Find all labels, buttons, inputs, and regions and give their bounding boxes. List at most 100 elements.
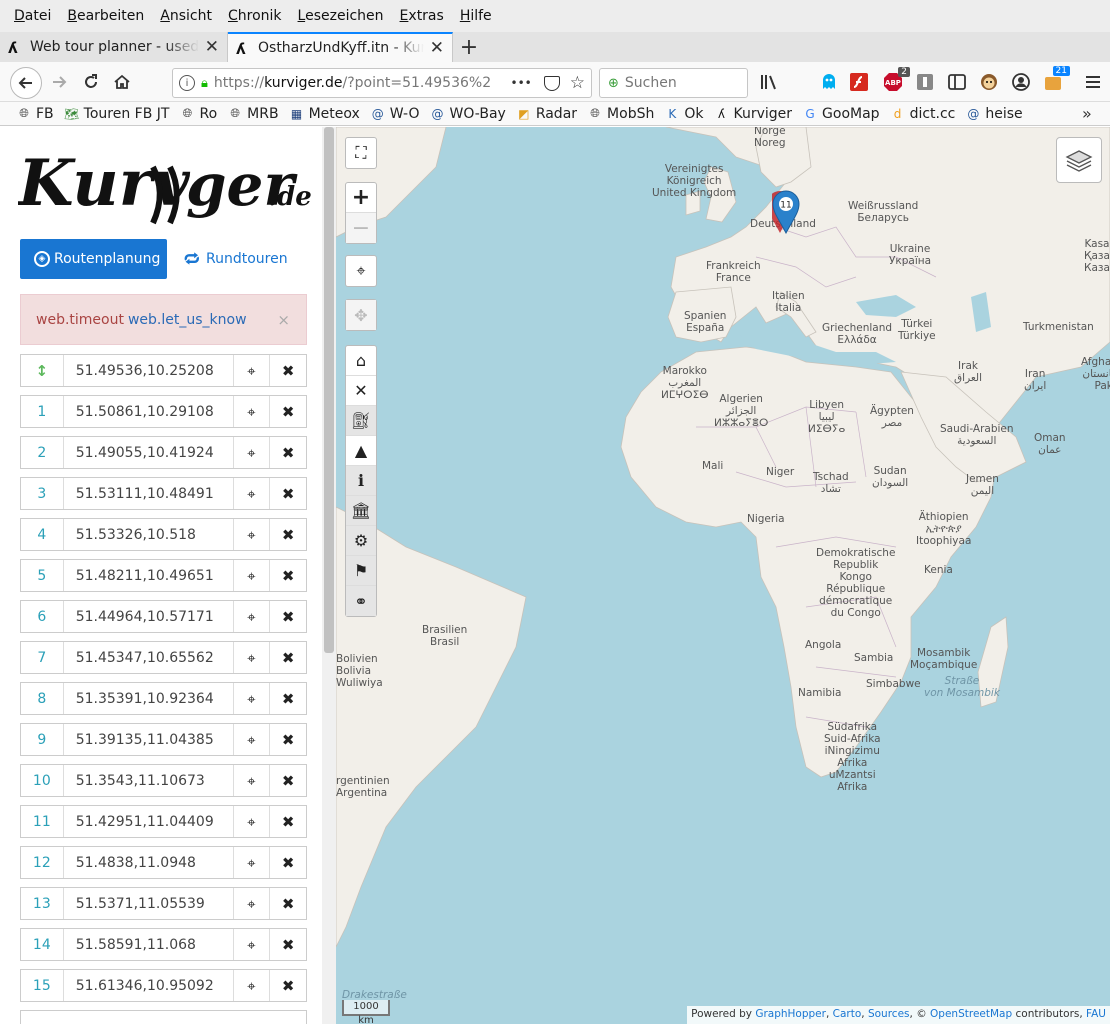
waypoint-coordinate-input[interactable]: 51.35391,10.92364 — [64, 683, 234, 714]
alert-link[interactable]: web.let_us_know — [128, 312, 247, 328]
waypoint-remove-icon[interactable]: ✖ — [270, 765, 306, 796]
tab-web-tour-planner[interactable]: ʎ Web tour planner - used b ✕ — [0, 32, 228, 62]
waypoint-locate-icon[interactable]: ⌖ — [234, 519, 271, 550]
bookmark-star-icon[interactable]: ☆ — [570, 73, 585, 93]
waypoint-coordinate-input[interactable]: 51.48211,10.49651 — [64, 560, 234, 591]
scrollbar-thumb[interactable] — [324, 127, 334, 653]
museum-icon[interactable]: 🏛︎ — [346, 496, 376, 526]
waypoint-locate-icon[interactable]: ⌖ — [234, 437, 271, 468]
extension-badge-icon[interactable]: 21 — [1042, 66, 1070, 93]
url-bar[interactable]: i 🔒︎ https://kurviger.de/?point=51.49536… — [172, 68, 592, 98]
account-icon[interactable] — [1010, 71, 1032, 93]
waypoint-locate-icon[interactable]: ⌖ — [234, 355, 271, 386]
waypoint-locate-icon[interactable]: ⌖ — [234, 560, 271, 591]
waypoint-coordinate-input[interactable]: 51.44964,10.57171 — [64, 601, 234, 632]
tab-close-icon[interactable]: ✕ — [430, 38, 444, 58]
waypoint-coordinate-input[interactable]: 51.39135,11.04385 — [64, 724, 234, 755]
pocket-icon[interactable] — [543, 75, 560, 91]
bookmark-mrb[interactable]: 🌐︎ MRB — [227, 106, 278, 122]
waypoint-locate-icon[interactable]: ⌖ — [234, 396, 271, 427]
bookmark-radar[interactable]: ◩ Radar — [516, 106, 577, 122]
search-input[interactable]: ⊕ Suchen — [599, 68, 748, 98]
crosshair-icon[interactable]: ⌖ — [346, 256, 376, 286]
bookmarks-overflow-icon[interactable]: » — [1082, 104, 1092, 123]
reload-button[interactable] — [76, 68, 106, 96]
waypoint-coordinate-input[interactable]: 51.3543,11.10673 — [64, 765, 234, 796]
waypoint-remove-icon[interactable]: ✖ — [270, 478, 306, 509]
settings-gear-icon[interactable]: ⚙ — [346, 526, 376, 556]
tab-osthartz-itn[interactable]: ʎ OstharzUndKyff.itn - Kurv ✕ — [228, 32, 453, 62]
waypoint-remove-icon[interactable]: ✖ — [270, 519, 306, 550]
zoom-out-button[interactable]: − — [346, 213, 376, 243]
waypoint-locate-icon[interactable]: ⌖ — [234, 642, 271, 673]
bookmark-ro[interactable]: 🌐︎ Ro — [179, 106, 217, 122]
flag-icon[interactable]: ⚑ — [346, 556, 376, 586]
flash-icon[interactable] — [848, 71, 870, 93]
tab-close-icon[interactable]: ✕ — [205, 37, 219, 57]
menu-item-lesezeichen[interactable]: Lesezeichen — [298, 8, 384, 24]
menu-item-extras[interactable]: Extras — [400, 8, 444, 24]
expand-icon[interactable]: ✕ — [346, 376, 376, 406]
new-tab-button[interactable]: + — [453, 32, 485, 62]
waypoint-coordinate-input[interactable]: 51.61346,10.95092 — [64, 970, 234, 1001]
reader-sidebar-icon[interactable] — [946, 71, 968, 93]
home-icon[interactable]: ⌂ — [346, 346, 376, 376]
bookmark-goomap[interactable]: G GooMap — [802, 106, 879, 122]
library-icon[interactable] — [758, 71, 780, 93]
waypoint-number[interactable]: ↕ — [21, 355, 64, 386]
info-icon[interactable]: i — [179, 75, 195, 91]
waypoint-coordinate-input[interactable]: 51.50861,10.29108 — [64, 396, 234, 427]
menu-item-bearbeiten[interactable]: Bearbeiten — [67, 8, 144, 24]
waypoint-locate-icon[interactable]: ⌖ — [234, 929, 271, 960]
sidebar-scrollbar[interactable] — [322, 127, 336, 1024]
extension-grey-icon[interactable] — [914, 71, 936, 93]
bookmark-heise[interactable]: @ heise — [965, 106, 1022, 122]
waypoint-locate-icon[interactable]: ⌖ — [234, 970, 271, 1001]
waypoint-coordinate-input[interactable]: 51.53111,10.48491 — [64, 478, 234, 509]
openstreetmap-link[interactable]: OpenStreetMap — [930, 1008, 1012, 1020]
kurviger-logo[interactable]: Kurv ger .de — [16, 139, 318, 229]
waypoint-remove-icon[interactable]: ✖ — [270, 929, 306, 960]
info-icon[interactable]: i — [346, 466, 376, 496]
waypoint-remove-icon[interactable]: ✖ — [270, 396, 306, 427]
waypoint-remove-icon[interactable]: ✖ — [270, 437, 306, 468]
waypoint-remove-icon[interactable]: ✖ — [270, 724, 306, 755]
waypoint-coordinate-input[interactable]: 51.5371,11.05539 — [64, 888, 234, 919]
page-actions-icon[interactable]: ••• — [511, 76, 532, 90]
bookmark-mobsh[interactable]: 🌐︎ MobSh — [587, 106, 654, 122]
waypoint-locate-icon[interactable]: ⌖ — [234, 601, 271, 632]
menu-item-hilfe[interactable]: Hilfe — [460, 8, 492, 24]
waypoint-remove-icon[interactable]: ✖ — [270, 355, 306, 386]
waypoint-remove-icon[interactable]: ✖ — [270, 642, 306, 673]
monkey-extension-icon[interactable] — [978, 71, 1000, 93]
waypoint-coordinate-input[interactable]: 51.49055,10.41924 — [64, 437, 234, 468]
bookmark-touren-fb-jt[interactable]: 🗺︎ Touren FB JT — [64, 106, 169, 122]
waypoint-locate-icon[interactable]: ⌖ — [234, 847, 271, 878]
waypoint-remove-icon[interactable]: ✖ — [270, 601, 306, 632]
ghostery-icon[interactable] — [818, 71, 840, 93]
forward-button[interactable] — [44, 68, 74, 96]
menu-item-datei[interactable]: Datei — [14, 8, 51, 24]
map-view[interactable]: Norge Noreg Vereinigtes Königreich Unite… — [336, 127, 1110, 1024]
sources-link[interactable]: Sources — [868, 1008, 910, 1020]
carto-link[interactable]: Carto — [833, 1008, 862, 1020]
adblock-plus-icon[interactable]: ABP 2 — [882, 67, 910, 93]
back-button[interactable] — [10, 67, 42, 99]
waypoint-locate-icon[interactable]: ⌖ — [234, 683, 271, 714]
waypoint-locate-icon[interactable]: ⌖ — [234, 806, 271, 837]
waypoint-remove-icon[interactable]: ✖ — [270, 560, 306, 591]
bookmark-meteox[interactable]: ▦ Meteox — [289, 106, 360, 122]
waypoint-coordinate-input[interactable]: 51.53326,10.518 — [64, 519, 234, 550]
mountain-icon[interactable]: ▲ — [346, 436, 376, 466]
bookmark-w-o[interactable]: @ W-O — [370, 106, 420, 122]
move-icon[interactable]: ✥ — [346, 300, 376, 330]
fuel-icon[interactable]: ⛽︎ — [346, 406, 376, 436]
menu-item-chronik[interactable]: Chronik — [228, 8, 282, 24]
waypoint-coordinate-input[interactable]: 51.45347,10.65562 — [64, 642, 234, 673]
fullscreen-icon[interactable]: ⛶ — [346, 138, 376, 168]
hamburger-menu-icon[interactable] — [1082, 71, 1104, 93]
waypoint-marker[interactable]: 11 — [767, 190, 800, 235]
waypoint-locate-icon[interactable]: ⌖ — [234, 724, 271, 755]
waypoint-coordinate-input[interactable]: 51.42951,11.04409 — [64, 806, 234, 837]
lock-icon[interactable]: 🔒︎ — [201, 76, 208, 91]
